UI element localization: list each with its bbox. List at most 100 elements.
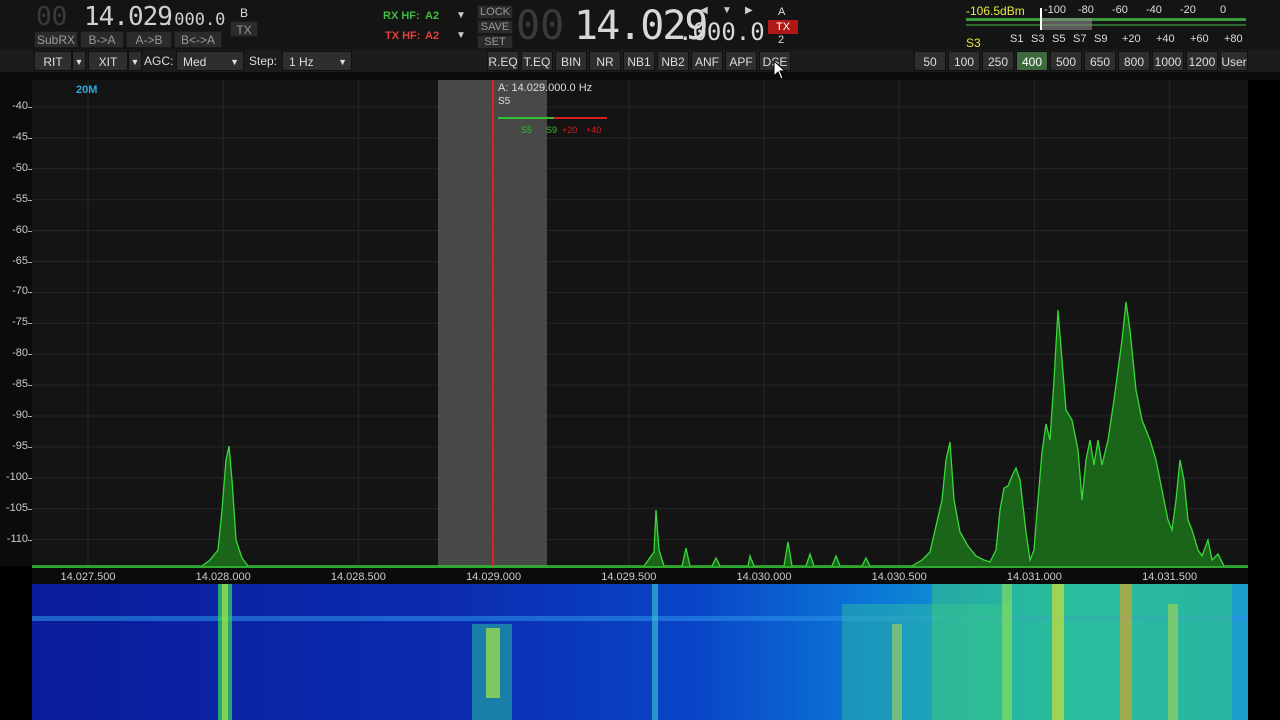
apf-button[interactable]: APF bbox=[725, 51, 757, 71]
b-to-a-button[interactable]: B->A bbox=[80, 31, 124, 48]
meter-top-tick: -100 bbox=[1044, 4, 1067, 16]
rit-dropdown-icon[interactable]: ▼ bbox=[72, 51, 86, 71]
meter-peak-bar bbox=[1042, 18, 1092, 30]
y-axis-label: -90 bbox=[12, 409, 28, 421]
meter-s-tick: +40 bbox=[1156, 33, 1175, 45]
nb2-button[interactable]: NB2 bbox=[657, 51, 689, 71]
rx-hf-dropdown-icon[interactable]: ▼ bbox=[456, 10, 466, 21]
tx-hf-value[interactable]: A2 bbox=[425, 30, 439, 42]
meter-top-tick: -40 bbox=[1146, 4, 1162, 16]
spectrum-plot[interactable] bbox=[32, 80, 1248, 566]
meter-s-tick: +20 bbox=[1122, 33, 1141, 45]
waterfall-signal-core bbox=[1052, 584, 1064, 720]
meter-s-tick: +80 bbox=[1224, 33, 1243, 45]
bin-button[interactable]: BIN bbox=[555, 51, 587, 71]
y-axis-label: -40 bbox=[12, 100, 28, 112]
tx-hf-label: TX HF: bbox=[385, 30, 421, 42]
nb1-button[interactable]: NB1 bbox=[623, 51, 655, 71]
save-button[interactable]: SAVE bbox=[477, 20, 513, 34]
vfo-a-dim-digits: 00 bbox=[516, 3, 565, 49]
x-axis-label: 14.027.500 bbox=[60, 571, 116, 583]
x-axis-label: 14.031.000 bbox=[1006, 571, 1062, 583]
y-axis-label: -60 bbox=[12, 223, 28, 236]
filter-650-button[interactable]: 650 bbox=[1084, 51, 1116, 71]
tune-right-icon[interactable]: ▶ bbox=[745, 5, 753, 16]
filter-user-button[interactable]: User bbox=[1220, 51, 1248, 71]
rx-hf-value[interactable]: A2 bbox=[425, 10, 439, 22]
nr-button[interactable]: NR bbox=[589, 51, 621, 71]
step-select[interactable]: 1 Hz ▼ bbox=[282, 51, 352, 71]
y-axis-label: -95 bbox=[12, 439, 28, 452]
teq-button[interactable]: T.EQ bbox=[521, 51, 553, 71]
vfo-a-number: 2 bbox=[778, 34, 785, 46]
x-axis-label: 14.029.500 bbox=[601, 571, 657, 583]
vfo-a-tx-indicator[interactable]: TX bbox=[768, 20, 798, 34]
filter-500-button[interactable]: 500 bbox=[1050, 51, 1082, 71]
vfo-readout: A: 14.029.000.0 Hz bbox=[498, 82, 593, 94]
meter-bottom-scale: S1 S3 S5 S7 S9 +20 +40 +60 +80 bbox=[1010, 33, 1250, 47]
set-button[interactable]: SET bbox=[477, 35, 513, 49]
tune-left-icon[interactable]: ◀ bbox=[700, 5, 708, 16]
subrx-button[interactable]: SubRX bbox=[34, 31, 78, 48]
y-axis: -40 -45 -50 -55 -60 -65 -70 -75 -80 -85 -90 -95 -100… bbox=[0, 80, 32, 566]
x-axis-label: 14.031.500 bbox=[1142, 571, 1198, 583]
xit-dropdown-icon[interactable]: ▼ bbox=[128, 51, 142, 71]
filter-100-button[interactable]: 100 bbox=[948, 51, 980, 71]
meter-dbm-readout: -106.5dBm bbox=[966, 4, 1025, 18]
meter-s-tick: S9 bbox=[1094, 33, 1108, 45]
meter-top-tick: -60 bbox=[1112, 4, 1128, 16]
meter-s-tick: S1 bbox=[1010, 33, 1024, 45]
filter-50-button[interactable]: 50 bbox=[914, 51, 946, 71]
xit-button[interactable]: XIT bbox=[88, 51, 128, 71]
a-to-b-button[interactable]: A->B bbox=[126, 31, 172, 48]
waterfall-signal-core bbox=[222, 584, 228, 720]
filter-250-button[interactable]: 250 bbox=[982, 51, 1014, 71]
filter-800-button[interactable]: 800 bbox=[1118, 51, 1150, 71]
y-axis-label: -100 bbox=[5, 470, 28, 483]
lock-button[interactable]: LOCK bbox=[477, 5, 513, 19]
waterfall-display[interactable] bbox=[32, 584, 1248, 720]
step-label: Step: bbox=[249, 54, 278, 68]
y-axis-label: -110 bbox=[6, 532, 28, 545]
meter-top-scale: -100 -80 -60 -40 -20 0 bbox=[1044, 4, 1244, 18]
meter-top-tick: -80 bbox=[1078, 4, 1094, 16]
waterfall-signal-core bbox=[1168, 604, 1178, 720]
step-value: 1 Hz bbox=[289, 55, 314, 69]
mini-scale-plus40: +40 bbox=[586, 125, 602, 135]
swap-ab-button[interactable]: B<->A bbox=[174, 31, 222, 48]
separator bbox=[0, 72, 1280, 80]
spectrum-fill bbox=[32, 302, 1248, 566]
chevron-down-icon: ▼ bbox=[338, 57, 347, 67]
tune-down-icon[interactable]: ▼ bbox=[722, 5, 732, 16]
filter-1200-button[interactable]: 1200 bbox=[1186, 51, 1218, 71]
vfo-b-frequency-sub[interactable]: .000.0 bbox=[164, 10, 225, 30]
y-axis-label: -80 bbox=[12, 347, 28, 360]
filter-1000-button[interactable]: 1000 bbox=[1152, 51, 1184, 71]
anf-button[interactable]: ANF bbox=[691, 51, 723, 71]
vfo-b-tx-button[interactable]: TX bbox=[230, 21, 258, 37]
meter-s-tick: S3 bbox=[1031, 33, 1045, 45]
x-axis-label: 14.028.000 bbox=[195, 571, 251, 583]
waterfall-signal bbox=[652, 584, 658, 720]
waterfall-signal-core bbox=[1002, 584, 1012, 720]
y-axis-label: -105 bbox=[5, 501, 28, 514]
rit-button[interactable]: RIT bbox=[34, 51, 72, 71]
chevron-down-icon: ▼ bbox=[230, 57, 239, 67]
top-bar: 00 14.029 .000.0 B TX SubRX B->A A->B B<… bbox=[0, 0, 1280, 50]
mouse-cursor-icon bbox=[773, 60, 787, 80]
req-button[interactable]: R.EQ bbox=[487, 51, 519, 71]
tx-hf-dropdown-icon[interactable]: ▼ bbox=[456, 30, 466, 41]
x-axis-label: 14.029.000 bbox=[466, 571, 522, 583]
vfo-a-frequency-sub[interactable]: .000.0 bbox=[678, 20, 765, 44]
waterfall-signal-core bbox=[892, 624, 902, 720]
y-axis-label: -85 bbox=[12, 378, 28, 391]
agc-value: Med bbox=[183, 55, 207, 69]
meter-top-tick: -20 bbox=[1180, 4, 1196, 16]
agc-select[interactable]: Med ▼ bbox=[176, 51, 244, 71]
vfo-b-frequency[interactable]: 14.029 bbox=[84, 2, 173, 32]
waterfall-image bbox=[32, 584, 1248, 720]
filter-400-button[interactable]: 400 bbox=[1016, 51, 1048, 71]
meter-top-tick: 0 bbox=[1220, 4, 1227, 16]
panadapter[interactable]: 20M A: 14.029.000.0 Hz S5 S5 S9 +20 +40 bbox=[32, 80, 1248, 566]
y-axis-label: -55 bbox=[12, 192, 28, 205]
